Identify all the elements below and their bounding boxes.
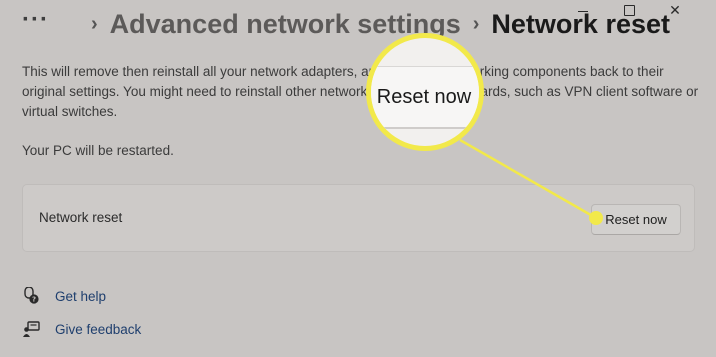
close-icon: ✕ bbox=[669, 2, 681, 18]
callout-magnifier: Reset now bbox=[366, 33, 484, 151]
chevron-right-icon: › bbox=[90, 12, 98, 35]
zoomed-reset-button: Reset now bbox=[371, 66, 479, 129]
give-feedback-link[interactable]: Give feedback bbox=[22, 320, 141, 338]
get-help-link[interactable]: ? Get help bbox=[22, 287, 106, 305]
callout-dot bbox=[589, 211, 603, 225]
get-help-label: Get help bbox=[55, 288, 107, 304]
description-text: This will remove then reinstall all your… bbox=[22, 64, 699, 119]
network-reset-label: Network reset bbox=[39, 210, 123, 225]
chevron-right-icon: › bbox=[472, 12, 480, 35]
svg-text:?: ? bbox=[32, 296, 36, 304]
feedback-icon bbox=[22, 320, 40, 338]
maximize-icon bbox=[623, 4, 635, 16]
window-controls: ✕ bbox=[560, 0, 698, 20]
close-button[interactable]: ✕ bbox=[652, 0, 698, 20]
minimize-button[interactable] bbox=[560, 0, 606, 20]
maximize-button[interactable] bbox=[606, 0, 652, 20]
help-icon: ? bbox=[22, 287, 40, 305]
zoomed-reset-label: Reset now bbox=[376, 85, 472, 108]
restart-note: Your PC will be restarted. bbox=[22, 143, 174, 158]
callout-connector-line bbox=[459, 138, 597, 220]
more-options-icon[interactable]: ··· bbox=[22, 8, 49, 32]
minimize-icon bbox=[578, 10, 588, 12]
give-feedback-label: Give feedback bbox=[55, 321, 142, 337]
reset-now-button[interactable]: Reset now bbox=[591, 204, 681, 235]
